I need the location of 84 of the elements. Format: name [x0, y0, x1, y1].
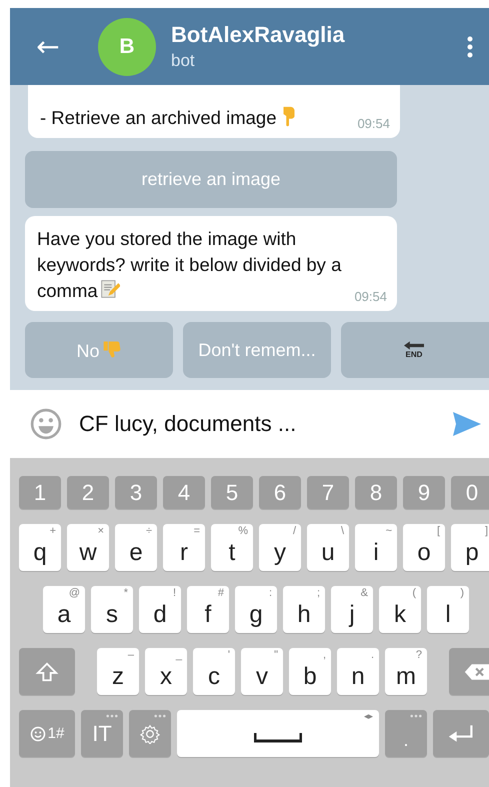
avatar-letter: B — [119, 34, 135, 58]
smiley-icon — [30, 726, 46, 742]
letter-key[interactable]: \ u — [307, 524, 349, 571]
more-dots-icon — [410, 714, 422, 718]
letter-key[interactable]: ? m — [385, 648, 427, 695]
key-hint: = — [194, 525, 200, 537]
more-dots-icon — [106, 714, 118, 718]
key-hint: / — [292, 525, 296, 537]
letter-key[interactable]: " v — [241, 648, 283, 695]
settings-key[interactable] — [129, 710, 171, 757]
key-hint: @ — [68, 587, 80, 599]
space-key[interactable]: ◂▸ — [177, 710, 379, 757]
key-hint: [ — [436, 525, 440, 537]
message-time: 09:54 — [354, 289, 387, 304]
key-hint: _ — [176, 649, 182, 661]
shift-key[interactable] — [19, 648, 75, 695]
key-hint: . — [370, 649, 374, 661]
letter-key[interactable]: # f — [187, 586, 229, 633]
letter-key[interactable]: ' c — [193, 648, 235, 695]
key-hint: – — [128, 649, 134, 661]
letter-key[interactable]: – z — [97, 648, 139, 695]
key-label: IT — [92, 720, 112, 746]
key-hint: , — [322, 649, 326, 661]
enter-arrow-icon — [448, 722, 474, 744]
back-button[interactable]: ← — [28, 32, 68, 60]
shift-arrow-icon — [34, 660, 60, 682]
letter-key[interactable]: @ a — [43, 586, 85, 633]
enter-key[interactable] — [433, 710, 489, 757]
key-hint: " — [274, 649, 278, 661]
letter-key[interactable]: , b — [289, 648, 331, 695]
key-hint: ) — [460, 587, 464, 599]
key-hint: + — [50, 525, 56, 537]
letter-key[interactable]: . n — [337, 648, 379, 695]
key-hint: # — [218, 587, 224, 599]
letter-key[interactable]: ; h — [283, 586, 325, 633]
message-text: Have you stored the image with keywords? write it below divided by a comma — [37, 227, 342, 303]
key-hint: % — [238, 525, 248, 537]
letter-key[interactable]: * s — [91, 586, 133, 633]
key-label: . — [403, 730, 408, 751]
letter-key[interactable]: _ x — [145, 648, 187, 695]
letter-key[interactable]: ÷ e — [115, 524, 157, 571]
more-dots-icon — [154, 714, 166, 718]
letter-key[interactable]: + q — [19, 524, 61, 571]
letter-key[interactable]: & j — [331, 586, 373, 633]
key-hint: ~ — [386, 525, 392, 537]
letter-key[interactable]: ) l — [427, 586, 469, 633]
key-hint: × — [98, 525, 104, 537]
letter-key[interactable]: / y — [259, 524, 301, 571]
key-hint: ( — [412, 587, 416, 599]
letter-key[interactable]: ] p — [451, 524, 489, 571]
emoji-icon[interactable] — [30, 408, 62, 440]
letter-key[interactable]: × w — [67, 524, 109, 571]
message-text: - Retrieve an archived image — [40, 105, 298, 131]
left-arrow-icon — [404, 341, 424, 350]
letter-key[interactable]: ! d — [139, 586, 181, 633]
key-hint: \ — [340, 525, 344, 537]
key-hint: ! — [172, 587, 176, 599]
key-hint: : — [268, 587, 272, 599]
send-icon[interactable] — [453, 412, 481, 436]
letter-key[interactable]: : g — [235, 586, 277, 633]
key-hint: ' — [228, 649, 230, 661]
end-button[interactable]: END — [341, 322, 489, 378]
message-input[interactable]: CF lucy, documents ... — [79, 411, 453, 437]
cursor-arrows: ◂▸ — [364, 712, 373, 722]
more-menu-icon[interactable] — [467, 36, 473, 58]
key-hint: ? — [416, 649, 422, 661]
settings-icon — [140, 724, 160, 744]
letter-key[interactable]: % t — [211, 524, 253, 571]
key-label: 1# — [48, 725, 64, 742]
space-bar-icon — [254, 732, 302, 742]
chat-subtitle: bot — [171, 51, 196, 71]
key-hint: ; — [316, 587, 320, 599]
letter-key[interactable]: [ o — [403, 524, 445, 571]
key-hint: ] — [484, 525, 488, 537]
chat-title: BotAlexRavaglia — [171, 22, 346, 48]
key-hint: ÷ — [146, 525, 152, 537]
message-time: 09:54 — [357, 116, 390, 131]
key-hint: & — [360, 587, 368, 599]
letter-key[interactable]: = r — [163, 524, 205, 571]
letter-key[interactable]: ~ i — [355, 524, 397, 571]
key-hint: * — [124, 587, 128, 599]
backspace-key[interactable] — [449, 648, 489, 695]
letter-key[interactable]: ( k — [379, 586, 421, 633]
memo-pencil-icon — [100, 278, 120, 300]
